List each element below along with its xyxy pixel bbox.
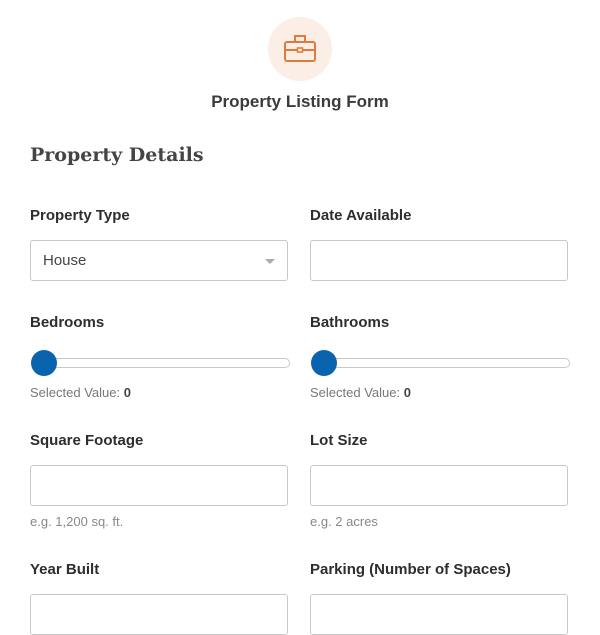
bathrooms-slider-thumb[interactable] — [311, 350, 337, 376]
date-available-input[interactable] — [310, 240, 568, 281]
bedrooms-label: Bedrooms — [30, 314, 105, 331]
year-built-input[interactable] — [30, 594, 288, 635]
header-icon-badge — [268, 17, 332, 81]
year-built-label: Year Built — [30, 561, 100, 578]
briefcase-icon — [284, 35, 316, 62]
parking-input[interactable] — [310, 594, 568, 635]
property-type-value: House — [43, 252, 87, 269]
bedrooms-selected-value: Selected Value: 0 — [30, 385, 131, 400]
parking-label: Parking (Number of Spaces) — [310, 561, 511, 578]
property-type-label: Property Type — [30, 207, 130, 224]
square-footage-hint: e.g. 1,200 sq. ft. — [30, 514, 124, 529]
date-available-label: Date Available — [310, 207, 412, 224]
bathrooms-slider-track[interactable] — [312, 358, 570, 368]
lot-size-input[interactable] — [310, 465, 568, 506]
bathrooms-selected-value: Selected Value: 0 — [310, 385, 411, 400]
square-footage-label: Square Footage — [30, 432, 144, 449]
property-type-select[interactable]: House — [30, 240, 288, 281]
form-title: Property Listing Form — [211, 92, 389, 111]
square-footage-input[interactable] — [30, 465, 288, 506]
bedrooms-slider-track[interactable] — [32, 358, 290, 368]
bathrooms-label: Bathrooms — [310, 314, 390, 331]
bedrooms-slider-thumb[interactable] — [31, 350, 57, 376]
chevron-down-icon — [265, 259, 275, 264]
section-title: Property Details — [30, 144, 204, 166]
lot-size-label: Lot Size — [310, 432, 368, 449]
lot-size-hint: e.g. 2 acres — [310, 514, 378, 529]
